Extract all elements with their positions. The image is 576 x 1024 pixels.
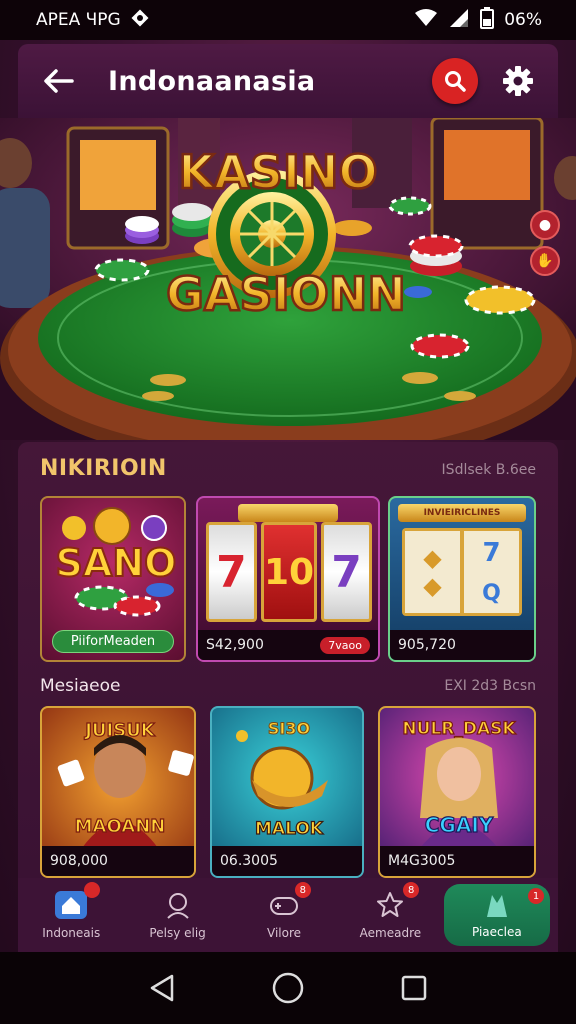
game-card[interactable]: INVIEIRICLINES ◆ ◆ 7Q 905,720: [388, 496, 536, 662]
gamepad-icon: [270, 897, 299, 915]
signal-icon: [448, 8, 470, 33]
chip-icon[interactable]: ●: [530, 210, 560, 240]
recents-square-icon[interactable]: [400, 974, 428, 1002]
game-card-amount: 06.3005: [220, 853, 278, 869]
slot-reels: 7 10 7: [206, 522, 373, 622]
status-app-name: APEA ЧPG: [36, 10, 121, 30]
app-screen: APEA ЧPG 06% Indonaanasia KASINO GASIONN…: [0, 0, 576, 1024]
app-bar: Indonaanasia: [18, 44, 558, 118]
game-card[interactable]: JUISUK MAOANN 908,000: [40, 706, 196, 878]
nav-label: Vilore: [267, 926, 302, 940]
wifi-icon: [414, 8, 438, 33]
casino-table-illustration: KASINO GASIONN: [0, 118, 576, 440]
home-icon: [55, 891, 88, 919]
game-card-amount: 908,000: [50, 853, 108, 869]
content-panel: NIKIRIOIN ISdlsek B.6ee SANO PiiforMeade…: [18, 442, 558, 878]
nav-item-places[interactable]: 1 Piaeclea: [443, 884, 551, 946]
game-card-amount: S42,900: [206, 637, 264, 653]
home-circle-icon[interactable]: [271, 971, 305, 1005]
character-artwork: NULR_DASK CGAIY: [402, 718, 517, 848]
section2-title: Mesiaeoe: [40, 676, 121, 696]
game-card[interactable]: NULR_DASK CGAIY M4G3005: [378, 706, 536, 878]
game-card-amount: M4G3005: [388, 853, 456, 869]
slot-reel: 7: [321, 522, 373, 622]
search-button[interactable]: [432, 58, 478, 104]
game-card-tag[interactable]: 7vaoo: [320, 636, 370, 654]
back-triangle-icon[interactable]: [148, 973, 176, 1003]
game-card-title: SANO: [56, 541, 177, 585]
slot-header-banner: [238, 504, 338, 522]
game-card[interactable]: 7 10 7 S42,900 7vaoo: [196, 496, 380, 662]
nav-item-profile[interactable]: Pelsy elig: [124, 878, 230, 952]
page-title: Indonaanasia: [108, 65, 316, 97]
section2-see-all-link[interactable]: EXI 2d3 Bcsn: [444, 678, 536, 694]
nav-item-games[interactable]: 8 Vilore: [231, 878, 337, 952]
nav-item-home[interactable]: Indoneais: [18, 878, 124, 952]
nav-badge: 1: [528, 888, 545, 904]
profile-icon: [166, 893, 189, 919]
game-card[interactable]: SI3O MALOK 06.3005: [210, 706, 364, 878]
coins-illustration: SANO: [55, 507, 177, 617]
star-icon: [377, 892, 404, 917]
hero-logo-line2: GASIONN: [166, 267, 406, 321]
game-card-subtitle: MALOK: [255, 819, 324, 839]
battery-percent: 06%: [504, 10, 542, 30]
nav-badge: 8: [403, 882, 420, 898]
slot-reel: 7: [206, 522, 257, 622]
section1-title: NIKIRIOIN: [40, 456, 167, 481]
hero-logo-line1: KASINO: [178, 145, 377, 199]
section1-see-all-link[interactable]: ISdlsek B.6ee: [442, 462, 536, 478]
system-nav-bar: [0, 952, 576, 1024]
back-arrow-icon[interactable]: [38, 61, 78, 101]
hand-icon[interactable]: ✋: [530, 246, 560, 276]
slot-header-banner: INVIEIRICLINES: [398, 504, 526, 522]
nav-item-favorites[interactable]: 8 Aemeadre: [337, 878, 443, 952]
android-icon: [131, 9, 149, 32]
character-artwork: JUISUK MAOANN: [57, 719, 194, 848]
nav-label: Indoneais: [42, 926, 101, 940]
status-bar: APEA ЧPG 06%: [0, 0, 576, 40]
slot-reel: 10: [260, 522, 318, 622]
search-icon: [445, 71, 466, 92]
hero-banner[interactable]: KASINO GASIONN ● ✋: [0, 118, 576, 440]
slot-reels: ◆ ◆ 7Q: [402, 528, 522, 616]
game-card-subtitle: CGAIY: [425, 813, 494, 837]
game-card-title: SI3O: [268, 719, 310, 738]
game-card-title: NULR_DASK: [402, 719, 516, 739]
nav-label: Pelsy elig: [149, 926, 206, 940]
treasure-artwork: SI3O MALOK: [236, 719, 328, 840]
home-badge: [84, 882, 100, 898]
bottom-nav: Indoneais Pelsy elig 8 Vilore 8 Aemeadre…: [18, 878, 558, 952]
nav-label: Piaeclea: [471, 925, 522, 939]
gear-icon[interactable]: [498, 61, 538, 101]
game-card-caption[interactable]: PiiforMeaden: [52, 629, 174, 653]
battery-icon: [480, 6, 495, 34]
nav-label: Aemeadre: [359, 926, 422, 940]
tower-icon: [486, 895, 507, 917]
nav-badge: 8: [294, 882, 311, 898]
game-card-subtitle: MAOANN: [75, 816, 166, 837]
game-card[interactable]: SANO PiiforMeaden: [40, 496, 186, 662]
game-card-amount: 905,720: [398, 637, 456, 653]
